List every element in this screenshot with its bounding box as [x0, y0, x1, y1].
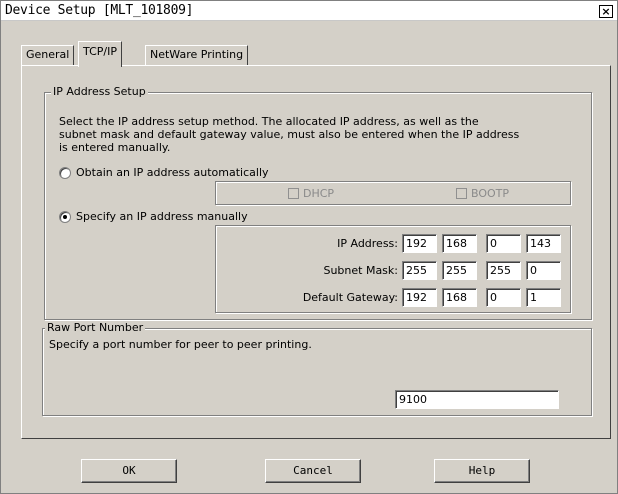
ip-address-label: IP Address:: [337, 237, 398, 250]
checkbox-icon: [288, 188, 299, 199]
device-setup-window: Device Setup [MLT_101809] × General TCP/…: [0, 0, 618, 494]
radio-button-selected-icon: [59, 210, 71, 223]
tab-netware-printing[interactable]: NetWare Printing: [145, 45, 249, 65]
ip-address-setup-label: IP Address Setup: [51, 85, 148, 98]
default-gateway-octet-2[interactable]: 168: [442, 288, 477, 307]
subnet-mask-octet-3[interactable]: 255: [486, 261, 521, 280]
default-gateway-octet-4[interactable]: 1: [526, 288, 561, 307]
ip-setup-description-line-2: subnet mask and default gateway value, m…: [59, 128, 520, 141]
ip-setup-description-line-3: is entered manually.: [59, 141, 171, 154]
bootp-checkbox[interactable]: BOOTP: [456, 187, 509, 200]
ok-button[interactable]: OK: [81, 459, 177, 483]
auto-options-box: DHCP BOOTP: [215, 181, 571, 205]
default-gateway-octet-3[interactable]: 0: [486, 288, 521, 307]
window-title: Device Setup [MLT_101809]: [5, 3, 194, 18]
tcp-ip-panel: IP Address Setup Select the IP address s…: [21, 65, 611, 439]
raw-port-description: Specify a port number for peer to peer p…: [49, 338, 312, 351]
checkbox-icon: [456, 188, 467, 199]
ip-address-setup-group: IP Address Setup Select the IP address s…: [44, 85, 592, 320]
bootp-label: BOOTP: [471, 187, 510, 200]
close-icon[interactable]: ×: [599, 5, 613, 18]
title-bar: Device Setup [MLT_101809] ×: [1, 1, 617, 21]
obtain-automatically-label: Obtain an IP address automatically: [76, 166, 269, 179]
help-button[interactable]: Help: [434, 459, 530, 483]
manual-ip-box: IP Address: 192 168 0 143 Subnet Mask: 2…: [215, 225, 571, 313]
default-gateway-label: Default Gateway:: [302, 291, 398, 304]
cancel-button[interactable]: Cancel: [265, 459, 361, 483]
raw-port-number-input[interactable]: 9100: [395, 390, 559, 409]
dhcp-checkbox[interactable]: DHCP: [288, 187, 334, 200]
default-gateway-octet-1[interactable]: 192: [402, 288, 437, 307]
ip-setup-description-line-1: Select the IP address setup method. The …: [59, 115, 479, 128]
radio-button-icon: [59, 166, 71, 179]
dhcp-label: DHCP: [303, 187, 335, 200]
raw-port-number-label: Raw Port Number: [45, 321, 146, 334]
ip-address-octet-3[interactable]: 0: [486, 234, 521, 253]
subnet-mask-octet-4[interactable]: 0: [526, 261, 561, 280]
ip-address-octet-2[interactable]: 168: [442, 234, 477, 253]
subnet-mask-octet-2[interactable]: 255: [442, 261, 477, 280]
ip-address-octet-1[interactable]: 192: [402, 234, 437, 253]
tab-general[interactable]: General: [21, 45, 75, 65]
subnet-mask-label: Subnet Mask:: [323, 264, 398, 277]
subnet-mask-octet-1[interactable]: 255: [402, 261, 437, 280]
tab-tcp-ip[interactable]: TCP/IP: [78, 41, 122, 67]
specify-manually-label: Specify an IP address manually: [76, 210, 248, 223]
ip-address-octet-4[interactable]: 143: [526, 234, 561, 253]
raw-port-number-group: Raw Port Number Specify a port number fo…: [42, 321, 592, 416]
specify-manually-radio[interactable]: Specify an IP address manually: [59, 210, 248, 223]
obtain-automatically-radio[interactable]: Obtain an IP address automatically: [59, 166, 269, 179]
